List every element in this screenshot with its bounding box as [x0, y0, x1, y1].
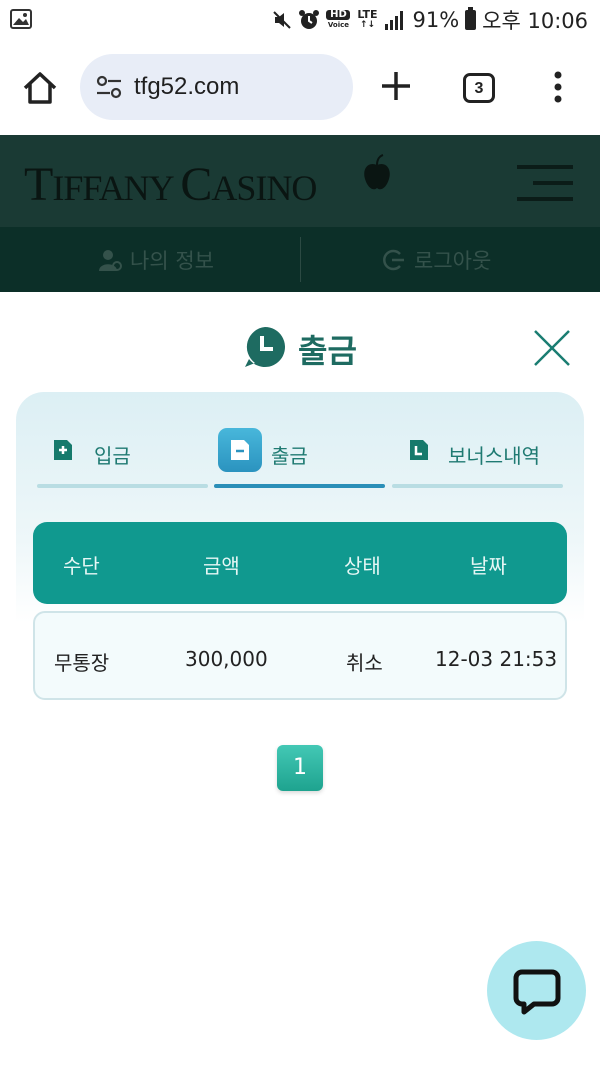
col-header-status: 상태: [344, 554, 381, 578]
url-text: tfg52.com: [134, 73, 240, 100]
modal-title: 출금: [298, 332, 357, 370]
site-header: TIFFANY CASINO: [0, 135, 600, 227]
apple-logo-icon: [364, 154, 390, 190]
address-bar[interactable]: tfg52.com: [80, 54, 353, 120]
site-nav: 나의 정보 로그아웃: [0, 227, 600, 292]
battery-percent: 91%: [412, 8, 460, 32]
col-header-amount: 금액: [203, 554, 240, 578]
tab-deposit-label: 입금: [94, 444, 131, 468]
status-bar: HD Voice LTE ↑↓ 91% 오후 10:06: [0, 0, 600, 40]
gallery-icon: [10, 9, 32, 29]
cell-method: 무통장: [54, 651, 110, 675]
nav-my-info-label: 나의 정보: [130, 248, 214, 273]
tab-switcher-button[interactable]: 3: [463, 73, 495, 103]
user-icon: [99, 249, 122, 271]
home-icon[interactable]: [20, 68, 60, 108]
table-header: 수단 금액 상태 날짜: [33, 522, 567, 604]
tab-bonus-history-label: 보너스내역: [448, 444, 540, 468]
chat-bubble-icon: [513, 969, 560, 1014]
logo-text-iffany: IFFANY: [52, 168, 181, 208]
alarm-icon: [299, 10, 320, 29]
logo-letter-c: C: [180, 158, 212, 211]
page-button-1[interactable]: 1: [277, 745, 323, 791]
tab-withdraw-underline-active: [214, 484, 385, 488]
cell-date: 12-03 21:53: [435, 647, 558, 671]
col-header-date: 날짜: [470, 554, 507, 578]
withdraw-doc-icon: [231, 440, 249, 460]
bonus-doc-icon: [410, 440, 428, 460]
col-header-method: 수단: [63, 554, 100, 578]
cell-amount: 300,000: [185, 647, 268, 671]
nav-logout[interactable]: 로그아웃: [382, 227, 491, 292]
site-settings-icon[interactable]: [94, 72, 124, 102]
network-label: LTE: [357, 8, 378, 21]
logout-icon: [383, 249, 404, 270]
status-time: 오후 10:06: [482, 9, 588, 33]
tab-withdraw-label: 출금: [271, 444, 308, 468]
tab-bonus-underline: [392, 484, 563, 488]
table-row: 무통장 300,000 취소 12-03 21:53: [33, 611, 567, 700]
logo-text-asino: ASINO: [211, 168, 317, 208]
mute-icon: [273, 11, 292, 29]
new-tab-icon[interactable]: [378, 68, 414, 104]
deposit-doc-icon: [54, 440, 72, 460]
nav-my-info[interactable]: 나의 정보: [98, 227, 214, 292]
voice-badge: Voice: [327, 21, 350, 29]
signal-icon: [385, 11, 404, 30]
tab-deposit-underline: [37, 484, 208, 488]
close-icon[interactable]: [532, 328, 572, 368]
cell-status: 취소: [346, 651, 383, 675]
hd-voice-icon: HD Voice: [326, 10, 351, 30]
site-logo[interactable]: TIFFANY CASINO: [24, 157, 317, 212]
live-chat-button[interactable]: [487, 941, 586, 1040]
overflow-menu-icon[interactable]: [552, 70, 564, 104]
withdraw-tab-icon-bg: [218, 428, 262, 472]
browser-toolbar: tfg52.com 3: [0, 40, 600, 135]
hd-badge: HD: [326, 10, 351, 20]
data-arrows-icon: ↑↓: [359, 20, 376, 30]
nav-logout-label: 로그아웃: [414, 248, 492, 273]
withdraw-clock-icon: [245, 327, 285, 367]
lte-icon: LTE ↑↓: [356, 8, 378, 30]
battery-icon: [465, 7, 477, 30]
nav-divider: [300, 237, 301, 282]
logo-letter-t: T: [24, 158, 53, 211]
modal-header: 출금: [0, 322, 600, 372]
